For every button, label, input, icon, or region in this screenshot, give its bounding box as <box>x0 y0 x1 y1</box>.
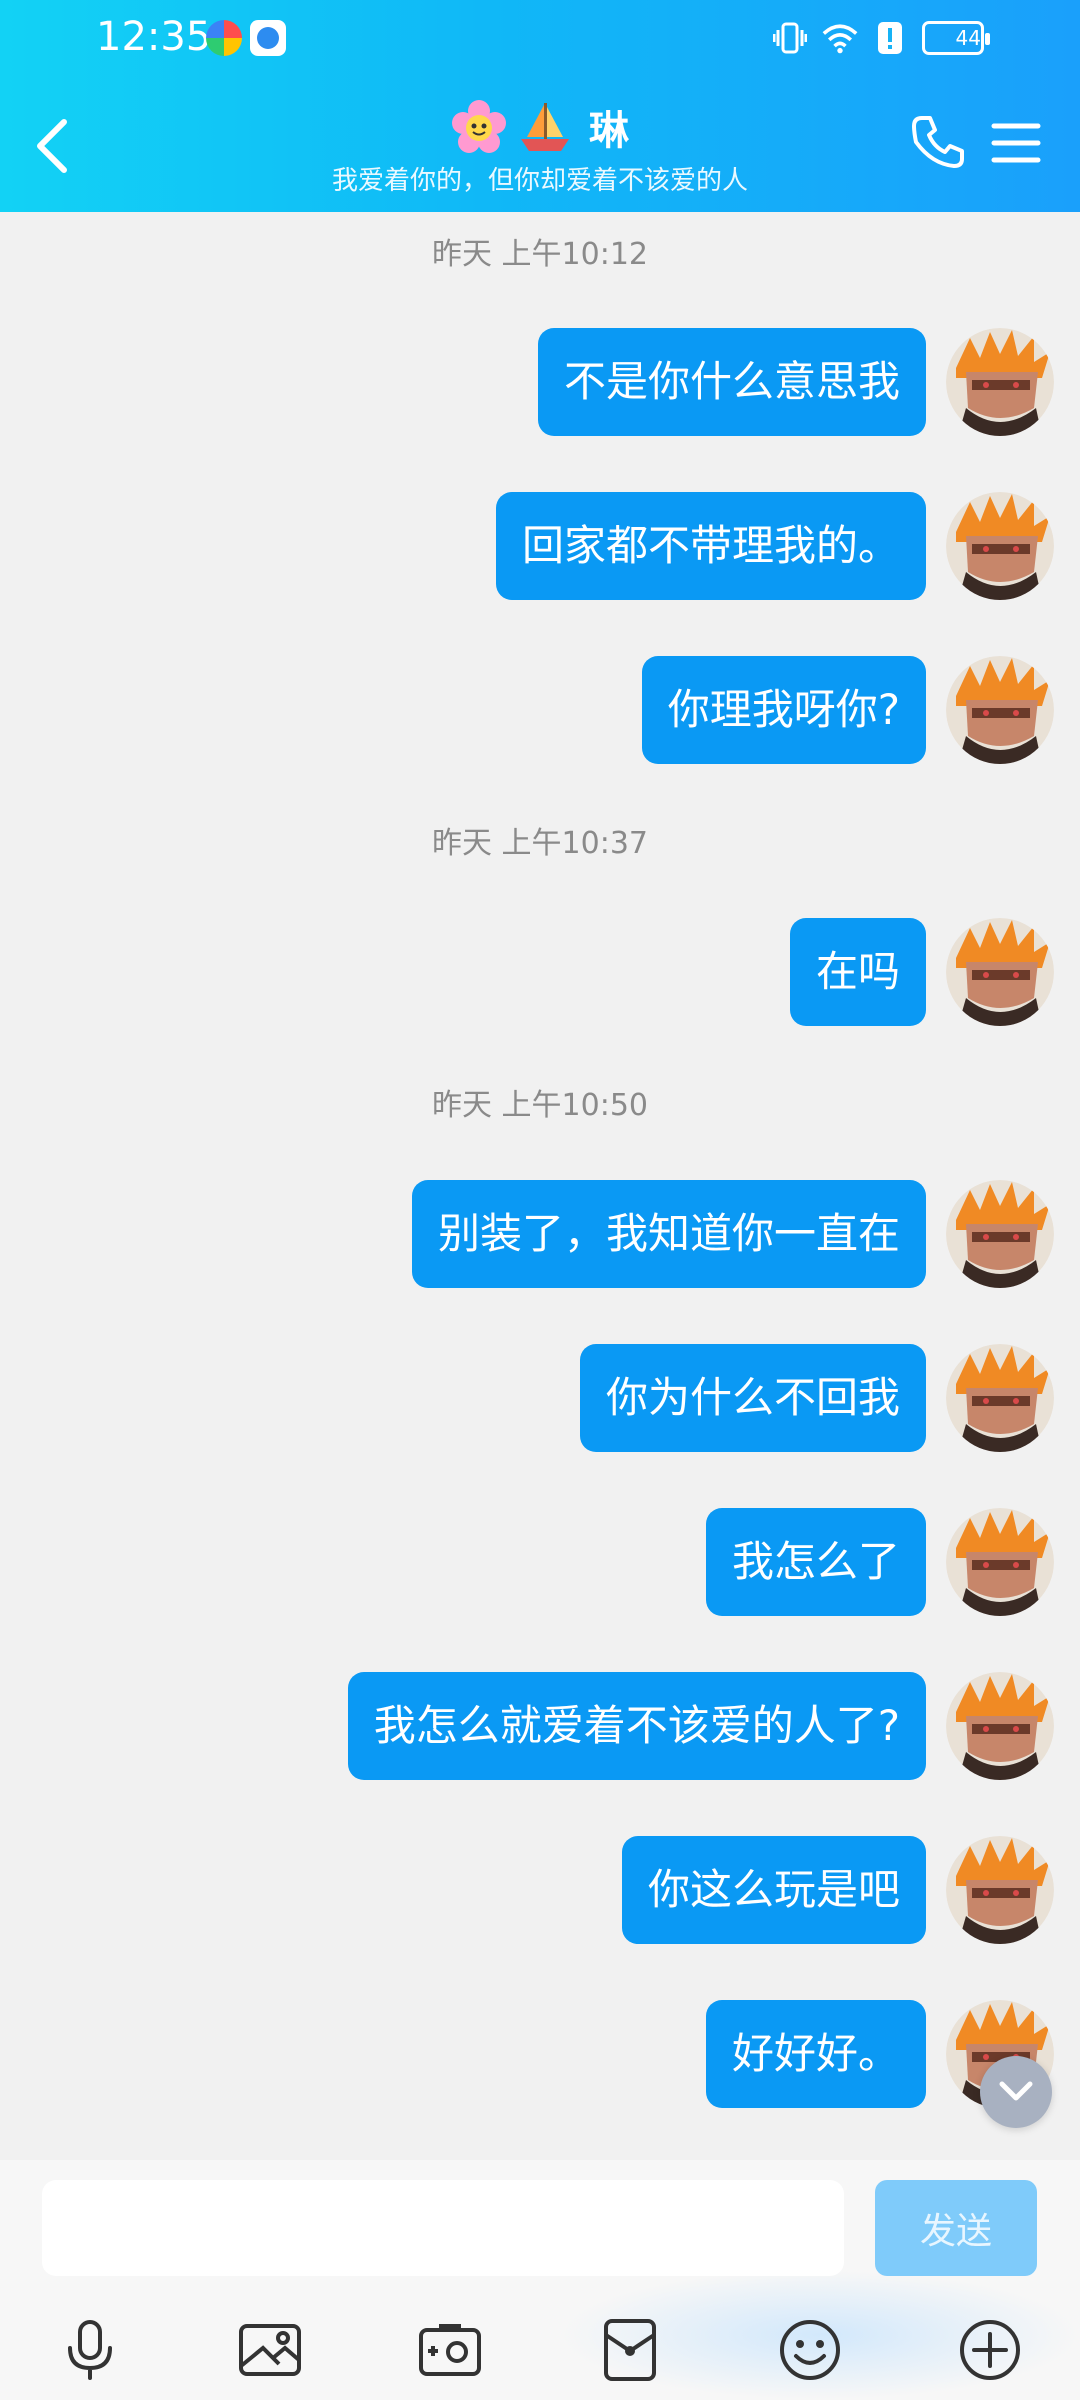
avatar[interactable] <box>946 918 1054 1026</box>
vibrate-icon <box>772 18 808 58</box>
message-bubble[interactable]: 别装了，我知道你一直在 <box>411 1180 926 1288</box>
message-row: 你为什么不回我 <box>579 1344 1054 1452</box>
image-icon[interactable] <box>230 2310 310 2390</box>
message-row: 你这么玩是吧 <box>621 1836 1054 1944</box>
flower-emoji-icon <box>451 99 507 155</box>
message-row: 我怎么了 <box>705 1508 1054 1616</box>
message-list[interactable]: 昨天 上午10:12 不是你什么意思我 回家都不带理我的。 你理我呀你? 昨天 … <box>0 212 1080 2160</box>
app-notification-icon <box>206 20 242 56</box>
timestamp: 昨天 上午10:12 <box>432 237 648 272</box>
input-toolbar <box>0 2310 1080 2400</box>
browser-notification-icon <box>250 20 286 56</box>
timestamp: 昨天 上午10:37 <box>432 826 648 861</box>
wifi-icon <box>822 18 858 58</box>
message-row: 回家都不带理我的。 <box>495 492 1054 600</box>
battery-level: 44 <box>955 26 981 50</box>
timestamp: 昨天 上午10:50 <box>432 1088 648 1123</box>
avatar[interactable] <box>946 1836 1054 1944</box>
alert-icon <box>872 18 908 58</box>
message-input[interactable] <box>42 2180 844 2276</box>
mic-icon[interactable] <box>50 2310 130 2390</box>
status-time: 12:35 <box>96 14 212 60</box>
emoji-icon[interactable] <box>770 2310 850 2390</box>
scroll-to-bottom-button[interactable] <box>980 2056 1052 2128</box>
camera-icon[interactable] <box>410 2310 490 2390</box>
avatar[interactable] <box>946 1508 1054 1616</box>
message-bubble[interactable]: 回家都不带理我的。 <box>495 492 926 600</box>
message-bubble[interactable]: 我怎么就爱着不该爱的人了? <box>347 1672 926 1780</box>
message-bubble[interactable]: 你这么玩是吧 <box>621 1836 926 1944</box>
input-bar: 发送 <box>0 2160 1080 2400</box>
avatar[interactable] <box>946 328 1054 436</box>
message-row: 不是你什么意思我 <box>537 328 1054 436</box>
sailboat-emoji-icon <box>517 99 573 155</box>
message-bubble[interactable]: 好好好。 <box>705 2000 926 2108</box>
plus-icon[interactable] <box>950 2310 1030 2390</box>
status-bar: 12:35 44 <box>0 0 1080 80</box>
message-bubble[interactable]: 你为什么不回我 <box>579 1344 926 1452</box>
message-row: 我怎么就爱着不该爱的人了? <box>347 1672 1054 1780</box>
avatar[interactable] <box>946 492 1054 600</box>
chat-header: 12:35 44 琳 我爱着你的，但你却爱着不该爱的人 <box>0 0 1080 212</box>
message-row: 在吗 <box>789 918 1054 1026</box>
menu-button[interactable] <box>990 118 1042 168</box>
battery-indicator: 44 <box>922 21 990 55</box>
call-button[interactable] <box>908 112 968 172</box>
avatar[interactable] <box>946 1180 1054 1288</box>
message-bubble[interactable]: 在吗 <box>789 918 926 1026</box>
message-bubble[interactable]: 我怎么了 <box>705 1508 926 1616</box>
message-row: 你理我呀你? <box>641 656 1054 764</box>
avatar[interactable] <box>946 1672 1054 1780</box>
contact-name: 琳 <box>589 108 629 154</box>
message-bubble[interactable]: 不是你什么意思我 <box>537 328 926 436</box>
red-packet-icon[interactable] <box>590 2310 670 2390</box>
message-row: 别装了，我知道你一直在 <box>411 1180 1054 1288</box>
send-button[interactable]: 发送 <box>875 2180 1037 2276</box>
avatar[interactable] <box>946 656 1054 764</box>
avatar[interactable] <box>946 1344 1054 1452</box>
message-bubble[interactable]: 你理我呀你? <box>641 656 926 764</box>
